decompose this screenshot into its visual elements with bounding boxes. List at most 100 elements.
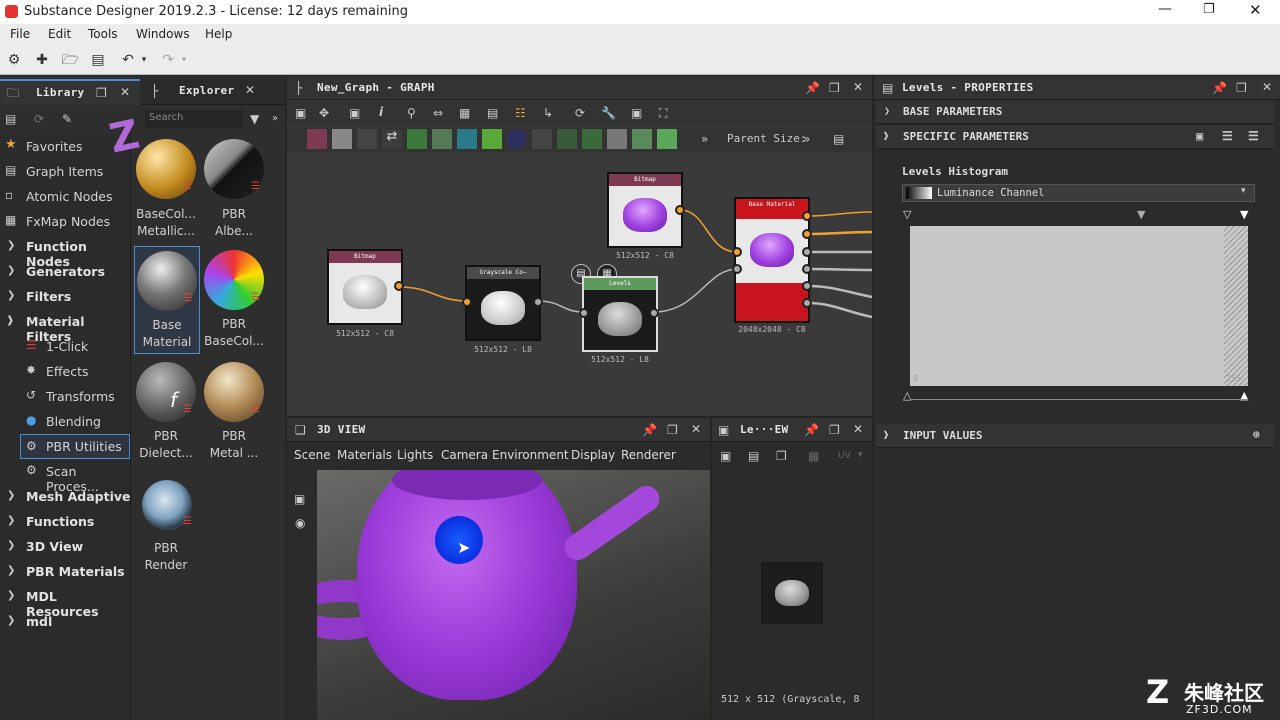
sidebar-item-3d-view[interactable]: ❯ 3D View xyxy=(0,534,131,559)
more-icon[interactable]: » xyxy=(701,132,708,146)
camera-icon[interactable]: ▣ xyxy=(349,106,360,120)
section-base-parameters[interactable]: ❯ BASE PARAMETERS xyxy=(876,100,1274,124)
uv-toggle[interactable]: UV xyxy=(838,451,851,461)
auto-levels-icon[interactable]: ☰ xyxy=(1222,129,1233,143)
close-panel-icon[interactable]: ✕ xyxy=(1262,80,1272,94)
sidebar-item-fxmap-nodes[interactable]: ▦ FxMap Nodes xyxy=(0,209,131,234)
hierarchy-icon[interactable]: ☷ xyxy=(515,106,526,120)
refresh-icon[interactable]: ⟳ xyxy=(34,112,44,126)
menu-help[interactable]: Help xyxy=(205,27,232,41)
node-uniform-icon[interactable] xyxy=(332,129,352,149)
wrench-icon[interactable]: 🔧 xyxy=(601,106,616,120)
output-socket[interactable] xyxy=(533,297,543,307)
frame-icon[interactable]: ▣ xyxy=(295,106,306,120)
graph-canvas[interactable]: Bitmap 512x512 - C8 Grayscale Co— 512x51… xyxy=(287,152,872,416)
maximize-button[interactable]: ❐ xyxy=(1203,2,1215,17)
node-base-material[interactable]: Base Material xyxy=(734,197,810,323)
menu-display[interactable]: Display xyxy=(571,448,615,462)
output-socket[interactable] xyxy=(802,229,812,239)
save-image-icon[interactable]: ▤ xyxy=(748,449,759,463)
screenshot-icon[interactable]: ▣ xyxy=(720,449,731,463)
output-high-handle[interactable]: ▲ xyxy=(1240,389,1248,402)
output-socket[interactable] xyxy=(675,205,685,215)
level-mid-handle[interactable]: ▼ xyxy=(1137,208,1145,221)
section-input-values[interactable]: ❱ INPUT VALUES ⊕ xyxy=(876,424,1274,448)
level-low-handle[interactable]: ▽ xyxy=(903,208,911,221)
histogram-area[interactable]: 0 255 xyxy=(910,226,1248,386)
menu-scene[interactable]: Scene xyxy=(294,448,331,462)
node-gradient-icon[interactable] xyxy=(482,129,502,149)
close-tab-icon[interactable]: ✕ xyxy=(245,83,255,97)
undo-icon[interactable]: ↶ xyxy=(118,50,138,70)
menu-lights[interactable]: Lights xyxy=(397,448,433,462)
redo-icon[interactable]: ↷ xyxy=(158,50,178,70)
minimize-button[interactable]: — xyxy=(1158,1,1172,17)
float-panel-icon[interactable]: ❐ xyxy=(1236,81,1247,95)
menu-materials[interactable]: Materials xyxy=(337,448,392,462)
new-package-icon[interactable]: ⚙ xyxy=(4,50,24,70)
output-socket[interactable] xyxy=(802,211,812,221)
add-icon[interactable]: ⊕ xyxy=(1253,428,1260,442)
2d-viewport[interactable]: 512 x 512 (Grayscale, 8 xyxy=(712,470,872,720)
sidebar-item-functions[interactable]: ❯ Functions xyxy=(0,509,131,534)
node-tree-icon[interactable] xyxy=(557,129,577,149)
library-item-basecolor-metallic[interactable]: ☰ BaseCol... Metallic... xyxy=(132,134,200,244)
refresh-graph-icon[interactable]: ⟳ xyxy=(575,106,585,120)
node-sphere-icon[interactable] xyxy=(507,129,527,149)
float-panel-icon[interactable]: ❐ xyxy=(96,86,107,100)
sidebar-item-material-filters[interactable]: ❱ Material Filters xyxy=(0,309,131,344)
copy-icon[interactable]: ❐ xyxy=(776,449,787,463)
node-pixel-icon[interactable] xyxy=(432,129,452,149)
redo-dropdown-icon[interactable]: ▾ xyxy=(178,50,190,70)
node-atomic-icon[interactable] xyxy=(307,129,327,149)
output-socket[interactable] xyxy=(394,281,404,291)
input-socket[interactable] xyxy=(462,297,472,307)
output-low-handle[interactable]: △ xyxy=(903,389,911,402)
node-shuffle-icon[interactable]: ⇄ xyxy=(382,129,402,149)
3d-viewport[interactable]: ➤ xyxy=(317,470,710,720)
more-icon[interactable]: » xyxy=(272,112,278,126)
toggle-icon[interactable]: ▤ xyxy=(833,132,844,146)
float-panel-icon[interactable]: ❐ xyxy=(829,81,840,95)
more-icon[interactable]: » xyxy=(803,132,810,146)
close-panel-icon[interactable]: ✕ xyxy=(853,80,863,94)
node-grayscale-conversion[interactable]: Grayscale Co— xyxy=(465,265,541,341)
node-drop-icon[interactable] xyxy=(357,129,377,149)
input-socket[interactable] xyxy=(732,264,742,274)
lightbulb-icon[interactable]: ◉ xyxy=(295,516,305,530)
close-panel-icon[interactable]: ✕ xyxy=(691,422,701,436)
sidebar-item-atomic-nodes[interactable]: ▫ Atomic Nodes xyxy=(0,184,131,209)
filter-icon[interactable]: ▼ xyxy=(250,112,259,126)
output-socket[interactable] xyxy=(802,264,812,274)
output-socket[interactable] xyxy=(649,308,659,318)
sidebar-item-pbr-utilities[interactable]: ⚙ PBR Utilities xyxy=(20,434,130,459)
input-socket[interactable] xyxy=(732,247,742,257)
chevron-down-icon[interactable]: ▾ xyxy=(858,450,863,460)
pin-icon[interactable]: 📌 xyxy=(805,81,820,95)
layout-icon[interactable]: ▤ xyxy=(487,106,498,120)
crop-icon[interactable]: ⛶ xyxy=(659,106,667,120)
level-high-handle[interactable]: ▼ xyxy=(1240,208,1248,221)
sidebar-item-mdl[interactable]: ❯ mdl xyxy=(0,609,131,634)
menu-renderer[interactable]: Renderer xyxy=(621,448,676,462)
menu-file[interactable]: File xyxy=(10,27,30,41)
sidebar-item-1-click[interactable]: ☰ 1-Click xyxy=(0,334,131,359)
output-socket[interactable] xyxy=(802,247,812,257)
close-tab-icon[interactable]: ✕ xyxy=(120,85,130,99)
link-icon[interactable]: ⇔ xyxy=(433,106,443,120)
menu-windows[interactable]: Windows xyxy=(136,27,190,41)
tab-explorer[interactable]: ├ Explorer ✕ xyxy=(143,79,285,105)
node-halfmoon-icon[interactable] xyxy=(632,129,652,149)
sidebar-item-scan-processing[interactable]: ⚙ Scan Proces... xyxy=(0,459,131,494)
sidebar-item-effects[interactable]: ✸ Effects xyxy=(0,359,131,384)
save-icon[interactable]: ▤ xyxy=(88,50,108,70)
node-blend-icon[interactable] xyxy=(607,129,627,149)
node-hill-icon[interactable] xyxy=(657,129,677,149)
pin-icon[interactable]: 📌 xyxy=(642,423,657,437)
add-to-library-icon[interactable]: ▤ xyxy=(5,112,16,126)
sidebar-item-blending[interactable]: ● Blending xyxy=(0,409,131,434)
new-graph-icon[interactable]: ✚ xyxy=(32,50,52,70)
library-item-pbr-metal[interactable]: ☰ PBR Metal ... xyxy=(200,358,268,468)
node-levels[interactable]: Levels xyxy=(582,276,658,352)
search-icon[interactable]: ⚲ xyxy=(407,106,416,120)
